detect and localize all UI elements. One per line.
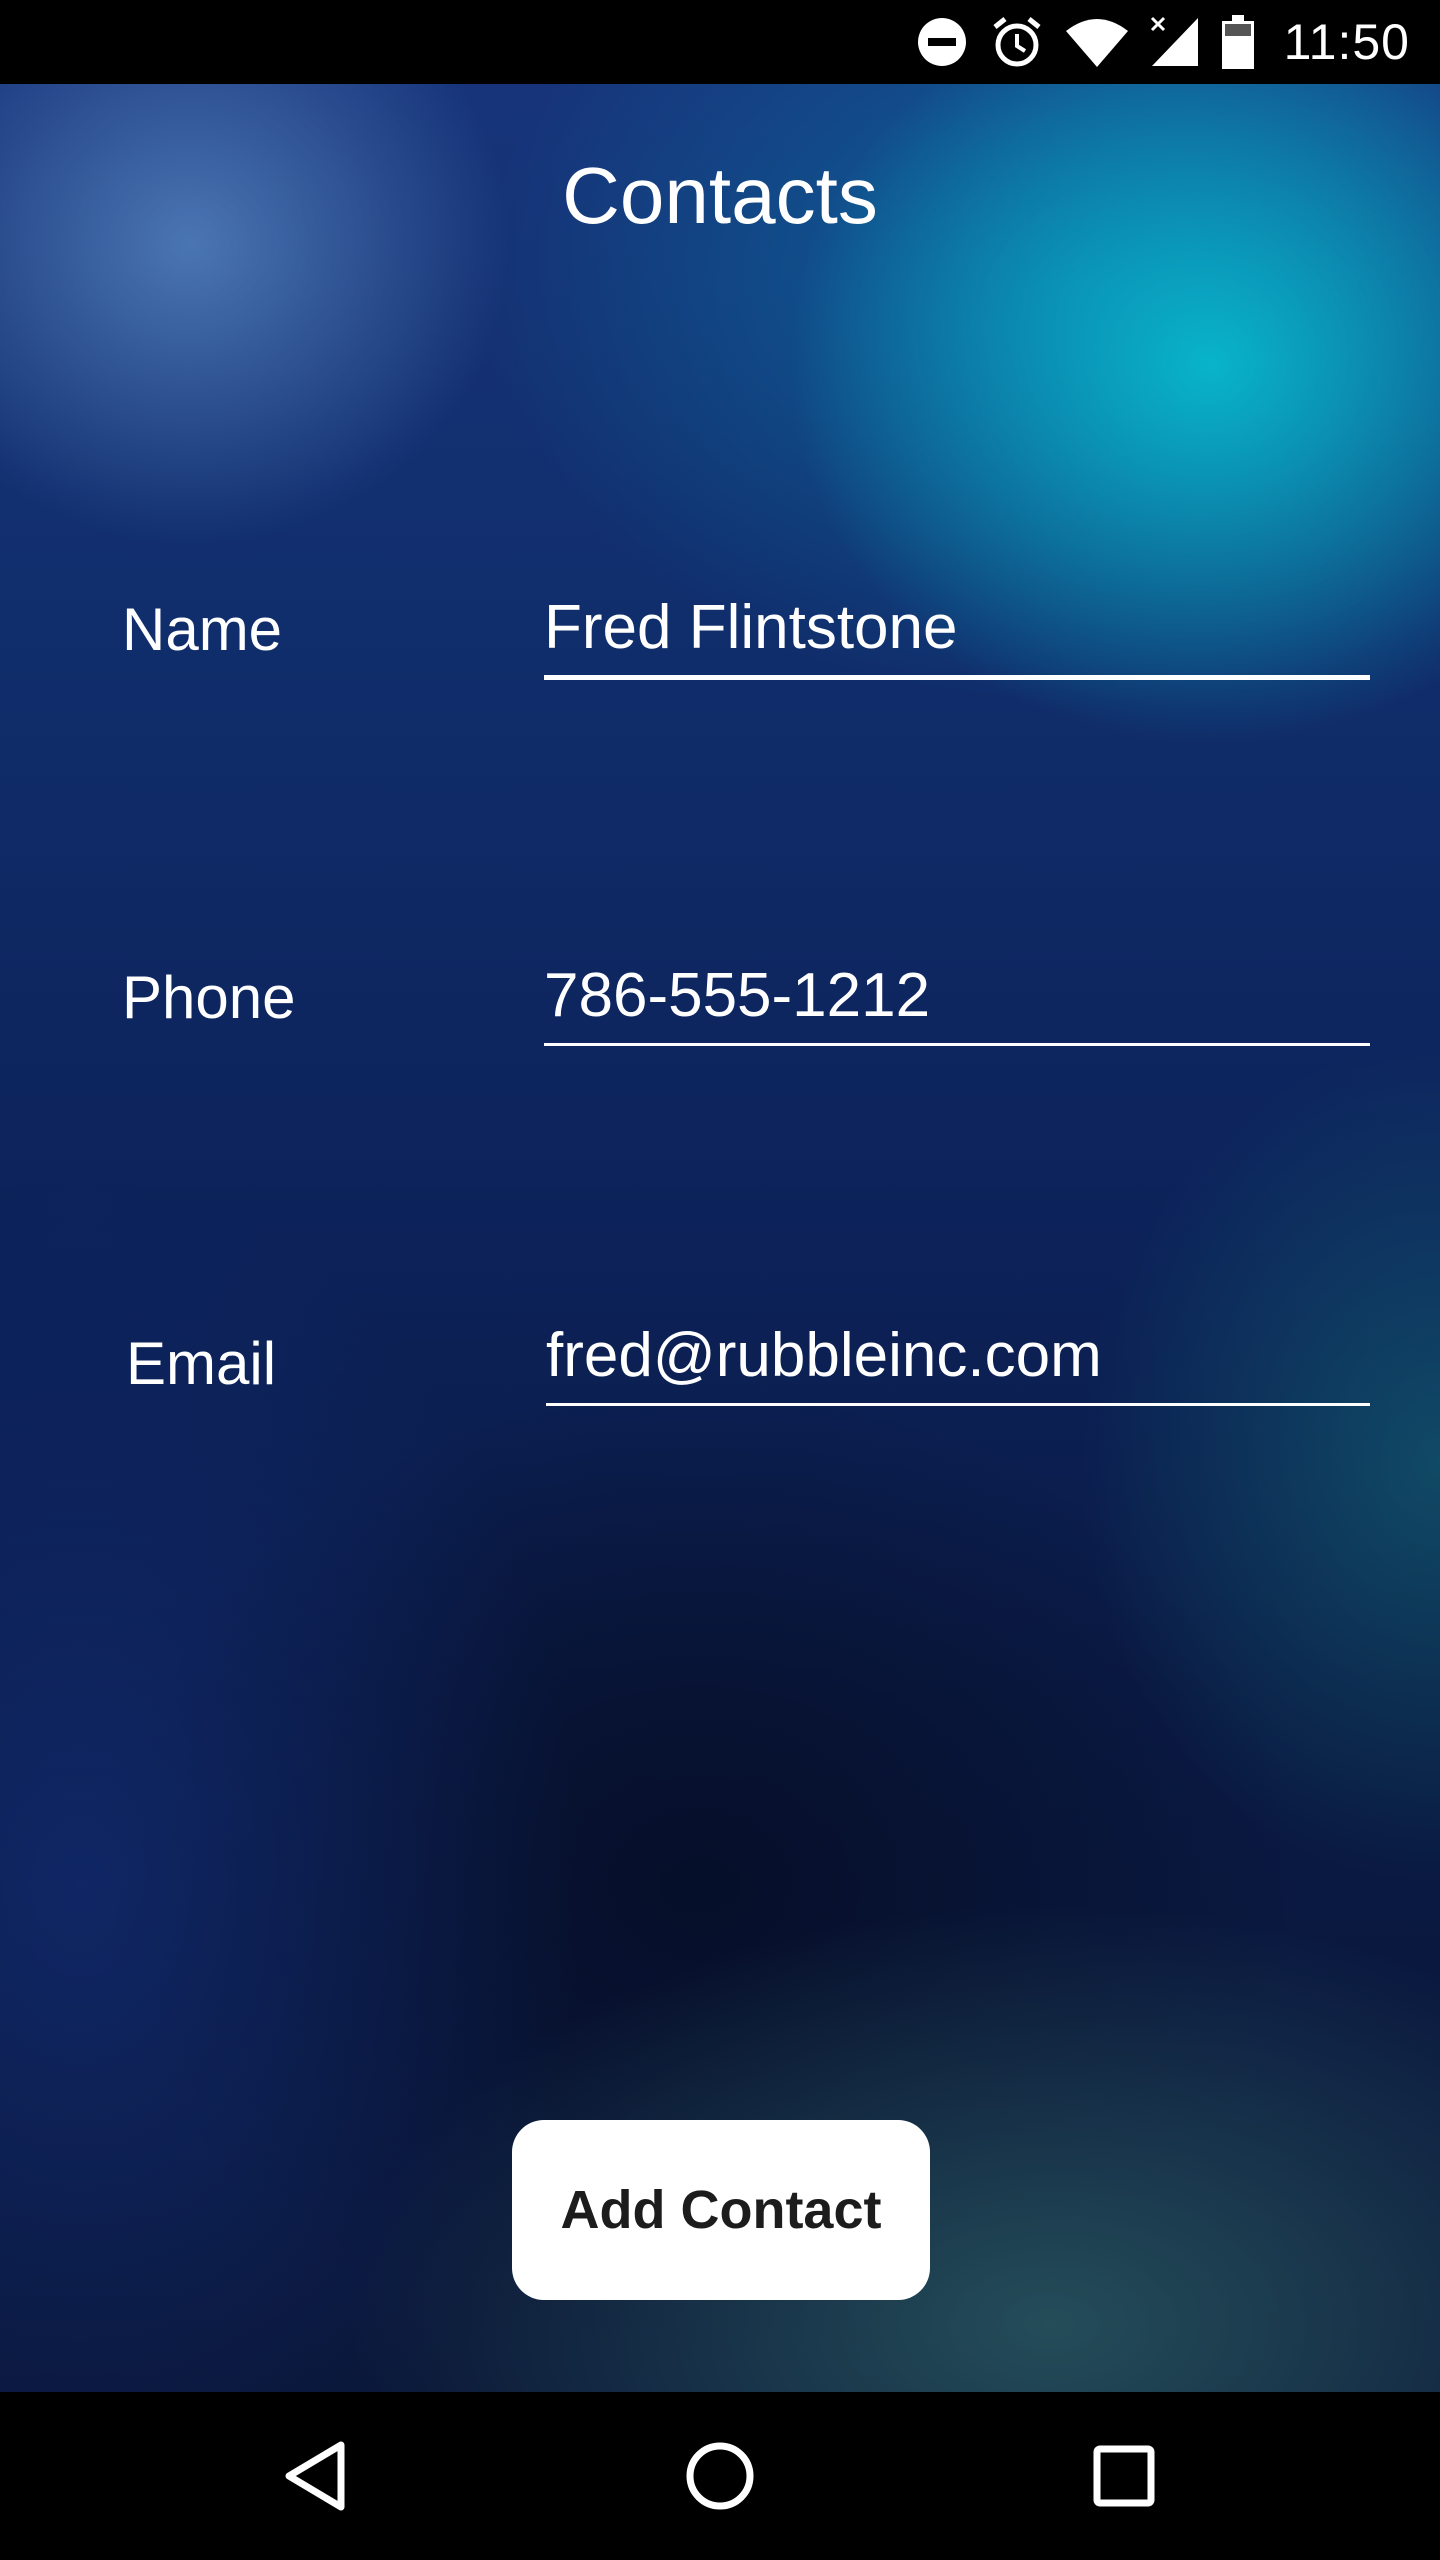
page-title: Contacts: [562, 151, 878, 240]
back-icon: [285, 2441, 345, 2511]
email-label: Email: [126, 1330, 277, 1397]
navigation-bar: [0, 2392, 1440, 2560]
name-input[interactable]: [544, 592, 1370, 680]
recents-button[interactable]: [1074, 2426, 1174, 2526]
add-contact-button[interactable]: Add Contact: [512, 2120, 930, 2300]
recents-icon: [1093, 2445, 1155, 2507]
status-icons: 11:50: [916, 0, 1410, 84]
status-time: 11:50: [1283, 14, 1410, 70]
home-icon: [686, 2442, 754, 2510]
contacts-app: Contacts Name Phone Email Add Contact: [0, 84, 1440, 2392]
phone-screen: 11:50 Contacts Name Phone Email Add Cont…: [0, 0, 1440, 2560]
cellular-no-data-icon: [1150, 16, 1198, 66]
phone-label: Phone: [122, 964, 296, 1031]
status-bar: 11:50: [0, 0, 1440, 84]
alarm-icon: [993, 17, 1041, 67]
do-not-disturb-icon: [917, 18, 966, 66]
battery-icon: [1221, 15, 1254, 69]
phone-input[interactable]: [544, 960, 1370, 1046]
email-input[interactable]: [546, 1320, 1370, 1406]
wifi-icon: [1065, 19, 1128, 67]
name-label: Name: [122, 596, 283, 663]
back-button[interactable]: [266, 2426, 366, 2526]
home-button[interactable]: [670, 2426, 770, 2526]
